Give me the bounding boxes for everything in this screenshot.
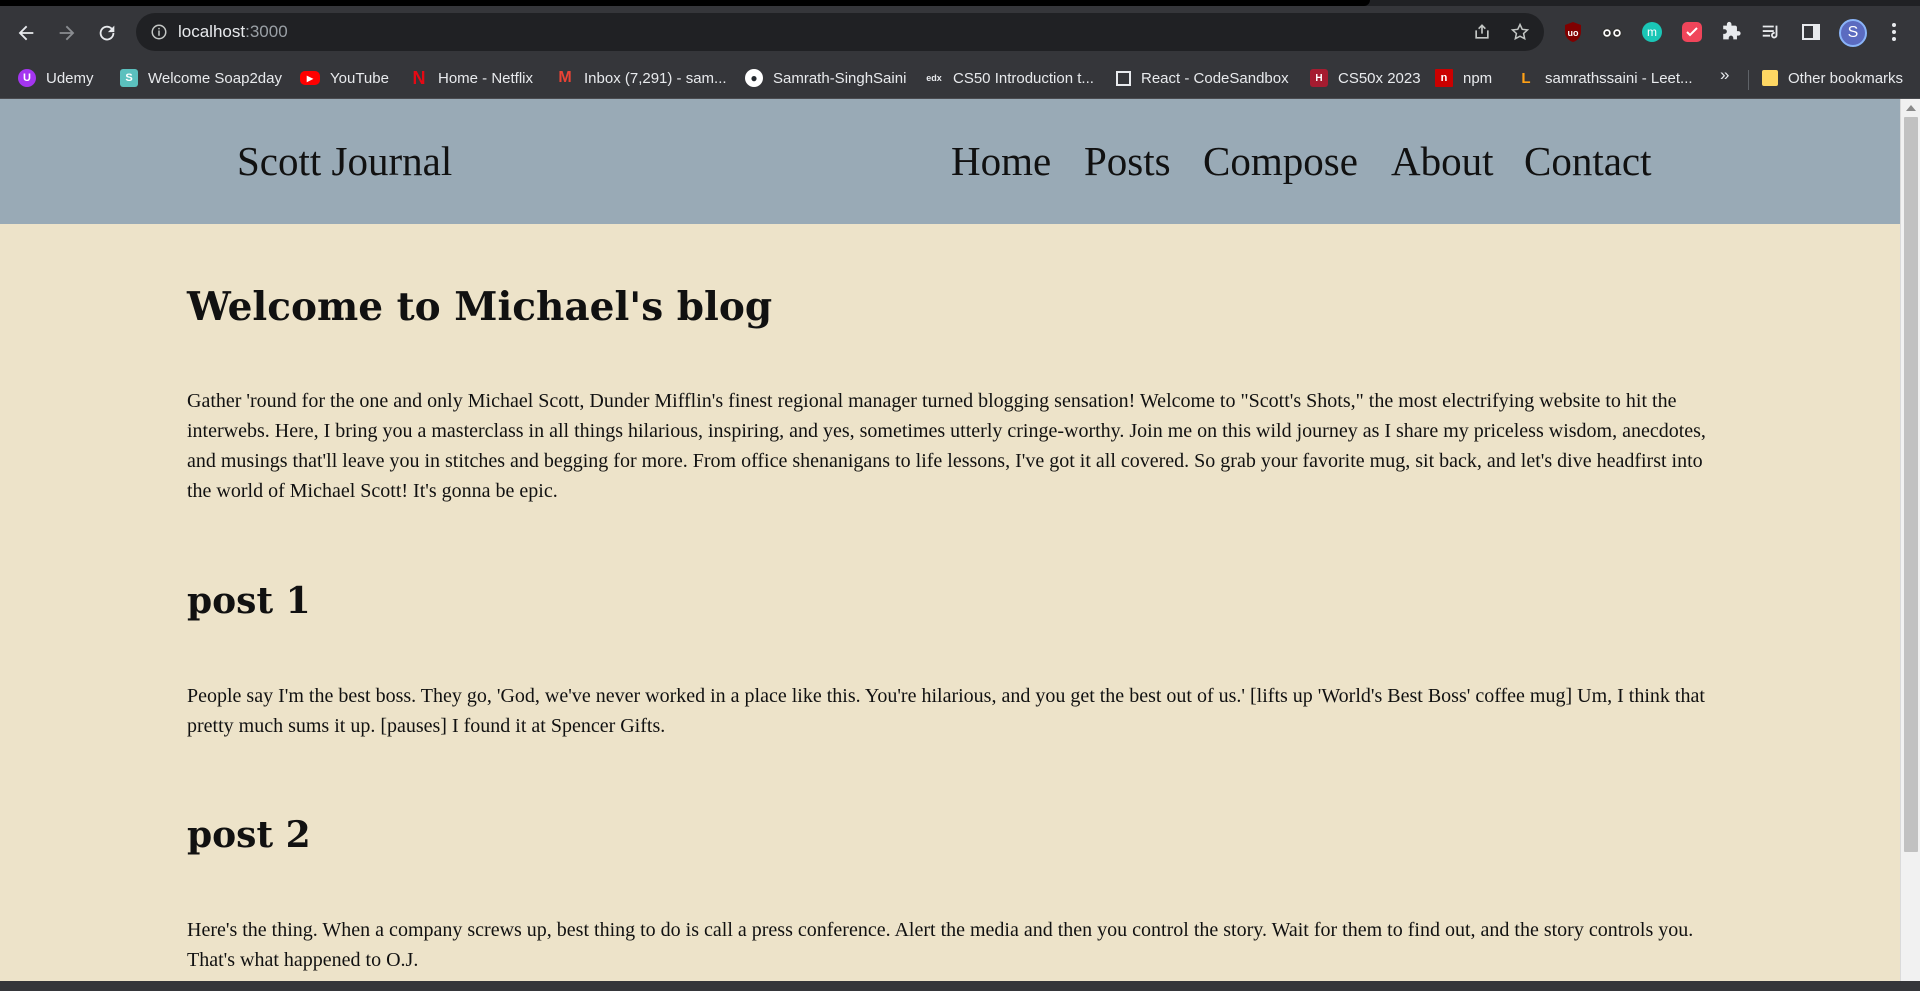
nav-compose[interactable]: Compose [1203,137,1358,185]
intro-paragraph: Gather 'round for the one and only Micha… [187,390,1706,502]
bookmark-codesandbox[interactable]: React - CodeSandbox [1116,65,1289,91]
nav-home[interactable]: Home [951,137,1051,185]
bookmarks-overflow-button[interactable]: » [1720,65,1729,85]
bookmark-udemy[interactable]: U Udemy [18,65,94,91]
reload-button[interactable] [90,16,124,50]
youtube-icon: ▶ [300,71,320,85]
page-viewport: Scott Journal Home Posts Compose About C… [0,99,1900,981]
share-icon[interactable] [1472,22,1492,42]
bookmark-leetcode[interactable]: Lsamrathssaini - Leet... [1517,65,1693,91]
forward-button[interactable] [50,16,84,50]
profile-avatar[interactable]: S [1839,19,1867,47]
bookmark-github[interactable]: ● Samrath-SinghSaini [745,65,906,91]
post-body: People say I'm the best boss. They go, '… [187,685,1705,737]
bookmark-label: CS50x 2023 [1338,69,1421,87]
vertical-scrollbar[interactable] [1900,99,1920,981]
bookmark-label: Samrath-SinghSaini [773,69,907,87]
bookmark-label: Udemy [46,69,94,87]
nav-about[interactable]: About [1391,137,1494,185]
bookmark-label: React - CodeSandbox [1141,69,1289,87]
arrow-right-icon [59,25,75,41]
leetcode-icon: L [1521,69,1531,87]
browser-toolbar: localhost:3000 uo m S [0,6,1920,58]
scrollbar-thumb[interactable] [1904,117,1918,852]
bookmark-label: CS50 Introduction t... [953,69,1094,87]
bookmark-npm[interactable]: n npm [1435,65,1492,91]
bookmark-cs50x[interactable]: H CS50x 2023 [1310,65,1421,91]
site-brand[interactable]: Scott Journal [237,137,452,185]
info-icon[interactable] [150,23,168,41]
bookmark-label: YouTube [330,69,389,87]
kebab-menu-icon[interactable] [1882,20,1906,44]
bookmark-youtube[interactable]: ▶ YouTube [300,65,389,91]
url-host: localhost [178,22,246,41]
url-text: localhost:3000 [178,22,288,42]
glasses-extension-icon[interactable] [1600,20,1624,44]
udemy-icon: U [18,69,36,87]
bookmark-netflix[interactable]: N Home - Netflix [410,65,534,91]
bookmark-label: samrathssaini - Leet... [1545,69,1693,87]
post-title: post 2 [187,814,311,856]
back-button[interactable] [9,16,43,50]
address-bar[interactable]: localhost:3000 [136,13,1544,51]
edx-icon: edx [926,73,942,83]
post-body: Here's the thing. When a company screws … [187,919,1694,971]
soap2day-icon: S [120,69,138,87]
gmail-icon: M [558,69,572,86]
other-bookmarks-label: Other bookmarks [1788,69,1904,87]
svg-text:uo: uo [1568,28,1579,38]
folder-icon [1762,70,1778,86]
bookmarks-bar: U Udemy S Welcome Soap2day ▶ YouTube N Home … [0,58,1920,99]
other-bookmarks-folder[interactable]: Other bookmarks [1762,65,1903,91]
bookmark-label: npm [1463,69,1493,87]
star-icon[interactable] [1510,22,1530,42]
npm-icon: n [1435,69,1453,87]
site-header: Scott Journal Home Posts Compose About C… [0,99,1900,224]
bookmark-label: Home - Netflix [438,69,534,87]
scroll-up-arrow-icon[interactable] [1906,105,1916,111]
bookmark-label: Welcome Soap2day [148,69,282,87]
puzzle-icon[interactable] [1719,20,1743,44]
post-title: post 1 [187,580,311,622]
bookmark-label: Inbox (7,291) - sam... [584,69,727,87]
bookmark-cs50-edx[interactable]: edx CS50 Introduction t... [925,65,1094,91]
calendar-extension-icon[interactable] [1680,20,1704,44]
media-playlist-icon[interactable] [1759,20,1783,44]
bookmark-soap2day[interactable]: S Welcome Soap2day [120,65,282,91]
m-extension-icon[interactable]: m [1640,20,1664,44]
netflix-icon: N [412,67,426,88]
arrow-left-icon [18,25,34,41]
ublock-icon[interactable]: uo [1561,20,1585,44]
github-icon: ● [745,69,763,87]
url-port: :3000 [245,22,288,41]
svg-text:m: m [1647,25,1657,39]
bookmark-gmail[interactable]: M Inbox (7,291) - sam... [556,65,727,91]
nav-contact[interactable]: Contact [1524,137,1652,185]
bookmarks-divider [1748,70,1749,90]
nav-posts[interactable]: Posts [1084,137,1171,185]
page-title: Welcome to Michael's blog [187,284,773,330]
harvard-shield-icon: H [1310,69,1328,87]
bottom-edge [0,981,1920,991]
reload-icon [99,25,115,41]
codesandbox-icon [1116,70,1131,86]
side-panel-icon[interactable] [1799,20,1823,44]
